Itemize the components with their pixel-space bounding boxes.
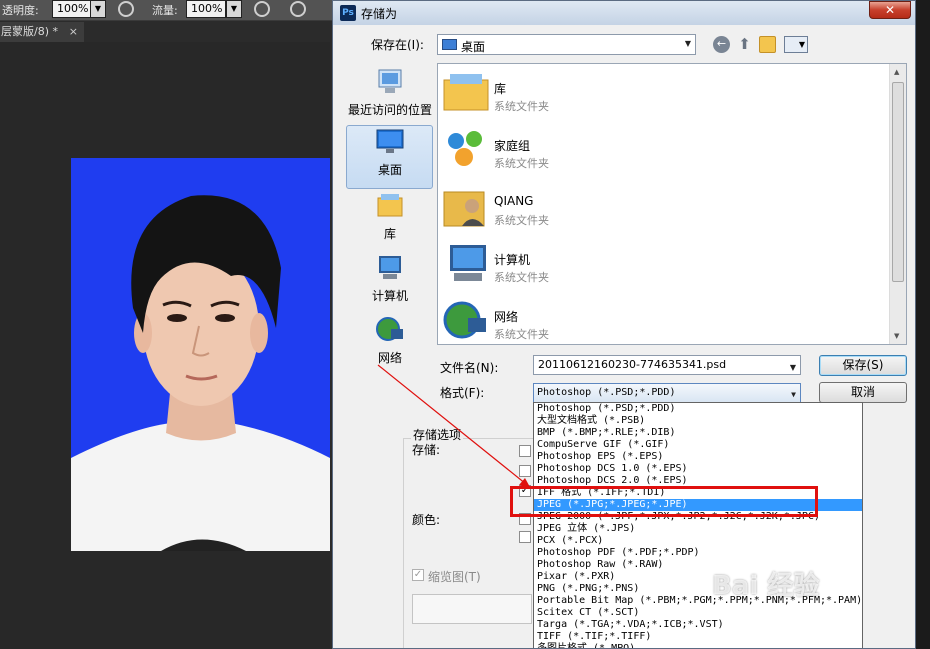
baidu-watermark-url: jingyan.baidu.com xyxy=(760,608,862,621)
baidu-watermark: Bai 经验 xyxy=(712,571,820,601)
annotation-arrow xyxy=(377,364,531,489)
jpeg-highlight-box xyxy=(510,486,818,517)
